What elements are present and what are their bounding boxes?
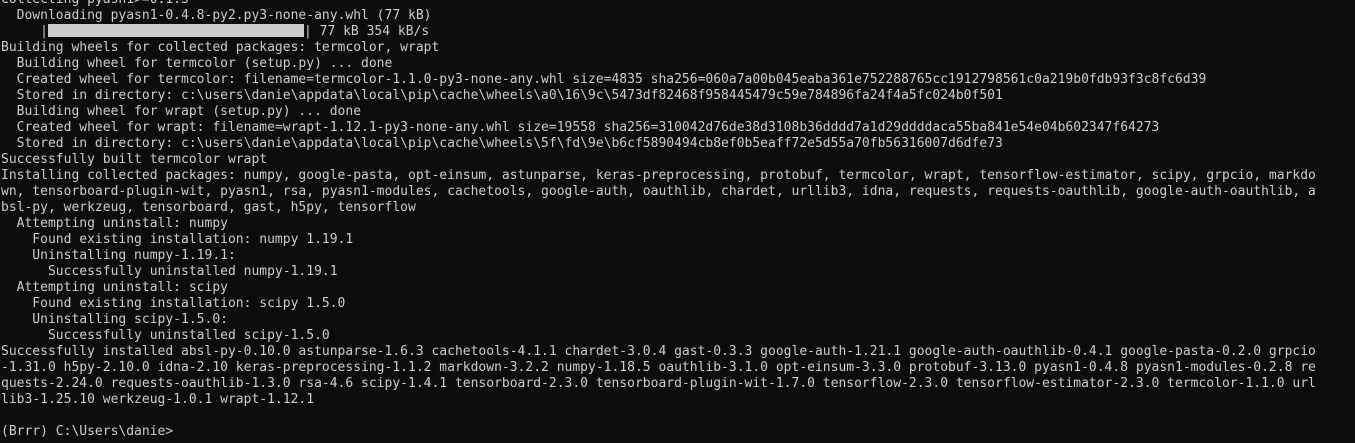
output-line: Building wheel for termcolor (setup.py) … — [1, 56, 393, 71]
output-line: Building wheels for collected packages: … — [1, 40, 440, 55]
output-line: Created wheel for wrapt: filename=wrapt-… — [1, 120, 1160, 135]
output-line: Successfully uninstalled scipy-1.5.0 — [1, 328, 330, 343]
command-prompt[interactable]: (Brrr) C:\Users\danie> — [1, 424, 1355, 440]
output-line: wn, tensorboard-plugin-wit, pyasn1, rsa,… — [1, 184, 1316, 199]
output-line: Installing collected packages: numpy, go… — [1, 168, 1316, 183]
progress-bar — [47, 24, 304, 37]
output-line: Downloading pyasn1-0.4.8-py2.py3-none-an… — [1, 8, 432, 23]
output-line: Found existing installation: scipy 1.5.0 — [1, 296, 346, 311]
output-line: Successfully installed absl-py-0.10.0 as… — [1, 344, 1316, 359]
output-line: Successfully built termcolor wrapt — [1, 152, 268, 167]
output-line: Successfully uninstalled numpy-1.19.1 — [1, 264, 338, 279]
output-line: Stored in directory: c:\users\danie\appd… — [1, 136, 1003, 151]
terminal-window[interactable]: Collecting pyasn1>=0.1.3 Downloading pya… — [0, 0, 1355, 443]
output-line: Attempting uninstall: numpy — [1, 216, 228, 231]
output-line: lib3-1.25.10 werkzeug-1.0.1 wrapt-1.12.1 — [1, 392, 315, 407]
output-line: Uninstalling scipy-1.5.0: — [1, 312, 228, 327]
output-block: Building wheels for collected packages: … — [1, 40, 1355, 408]
output-line: bsl-py, werkzeug, tensorboard, gast, h5p… — [1, 200, 416, 215]
output-line: Collecting pyasn1>=0.1.3 — [1, 0, 1355, 8]
output-line: Found existing installation: numpy 1.19.… — [1, 232, 354, 247]
download-progress: | | 77 kB 354 kB/s — [1, 24, 1355, 40]
output-line: -1.31.0 h5py-2.10.0 idna-2.10 keras-prep… — [1, 360, 1316, 375]
output-line: Attempting uninstall: scipy — [1, 280, 228, 295]
progress-indent: | — [1, 24, 48, 39]
output-line: Uninstalling numpy-1.19.1: — [1, 248, 236, 263]
output-line: Building wheel for wrapt (setup.py) ... … — [1, 104, 362, 119]
output-line: Created wheel for termcolor: filename=te… — [1, 72, 1207, 87]
terminal-output: Collecting pyasn1>=0.1.3 Downloading pya… — [1, 0, 1355, 440]
progress-status: | 77 kB 354 kB/s — [303, 24, 430, 39]
output-line: Stored in directory: c:\users\danie\appd… — [1, 88, 1003, 103]
output-line: quests-2.24.0 requests-oauthlib-1.3.0 rs… — [1, 376, 1316, 391]
